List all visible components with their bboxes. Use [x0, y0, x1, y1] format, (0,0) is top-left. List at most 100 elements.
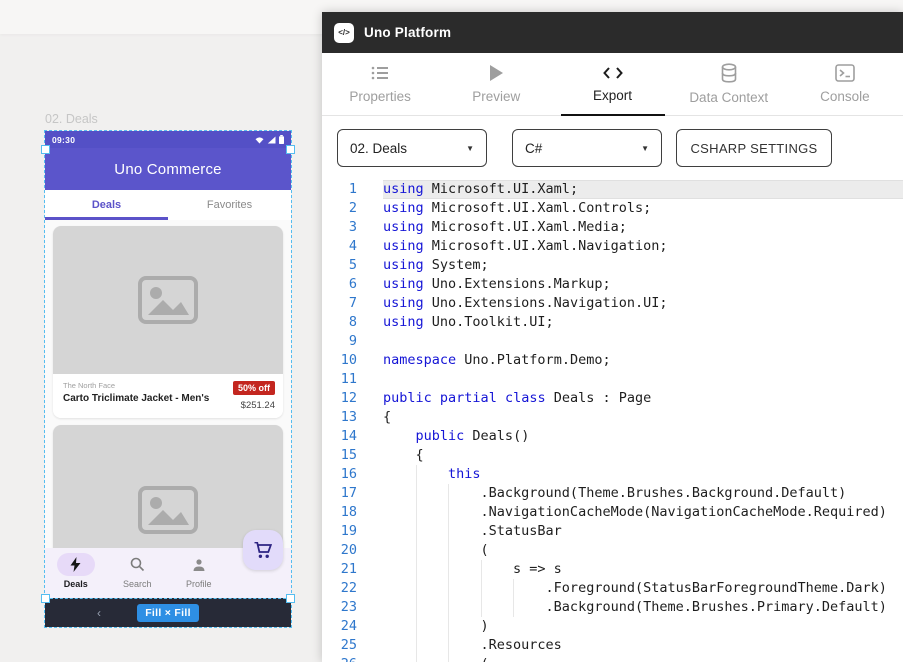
image-placeholder-icon	[137, 275, 199, 325]
nav-profile-pill	[180, 553, 218, 576]
code-line: 23 .Background(Theme.Brushes.Primary.Def…	[322, 598, 903, 617]
nav-search-label: Search	[123, 579, 152, 589]
wifi-icon	[255, 136, 264, 144]
code-line: 1using Microsoft.UI.Xaml;	[322, 180, 903, 199]
code-line: 3using Microsoft.UI.Xaml.Media;	[322, 218, 903, 237]
product-image-placeholder	[53, 425, 283, 548]
active-tab-indicator	[45, 217, 168, 220]
line-number: 13	[322, 408, 357, 427]
code-line: 8 using Uno.Toolkit.UI;	[322, 313, 903, 332]
line-number: 7	[322, 294, 357, 313]
line-number: 2	[322, 199, 357, 218]
discount-badge: 50% off	[233, 381, 275, 395]
lightning-icon	[70, 557, 81, 572]
tab-properties-label: Properties	[349, 89, 411, 104]
line-content: .Background(Theme.Brushes.Background.Def…	[383, 484, 903, 503]
line-number: 12	[322, 389, 357, 408]
line-content: {	[383, 446, 903, 465]
fill-size-chip[interactable]: Fill × Fill	[137, 604, 199, 622]
nav-item-search[interactable]: Search	[107, 548, 169, 598]
profile-icon	[192, 558, 206, 572]
line-content: .Foreground(StatusBarForegroundTheme.Dar…	[383, 579, 903, 598]
line-number: 5	[322, 256, 357, 275]
code-line: 22 .Foreground(StatusBarForegroundTheme.…	[322, 579, 903, 598]
tab-data-context[interactable]: Data Context	[671, 53, 787, 115]
line-number: 26	[322, 655, 357, 662]
tab-console[interactable]: Console	[787, 53, 903, 115]
line-content: )	[383, 617, 903, 636]
language-select[interactable]: C# ▼	[512, 129, 662, 167]
code-line: 5 using System;	[322, 256, 903, 275]
status-time: 09:30	[52, 135, 75, 145]
nav-deals-label: Deals	[64, 579, 88, 589]
active-tab-underline	[561, 114, 665, 117]
csharp-settings-button[interactable]: CSHARP SETTINGS	[676, 129, 832, 167]
code-editor[interactable]: 1using Microsoft.UI.Xaml;2 using Microsof…	[322, 180, 903, 662]
line-number: 3	[322, 218, 357, 237]
product-info: The North Face Carto Triclimate Jacket -…	[53, 374, 283, 418]
line-content: .Resources	[383, 636, 903, 655]
nav-deals-pill	[57, 553, 95, 576]
selection-handle-top-right[interactable]	[286, 145, 295, 154]
line-content: using Microsoft.UI.Xaml.Controls;	[383, 199, 903, 218]
code-line: 9	[322, 332, 903, 351]
line-content: .NavigationCacheMode(NavigationCacheMode…	[383, 503, 903, 522]
line-content: using Microsoft.UI.Xaml.Navigation;	[383, 237, 903, 256]
image-placeholder-icon	[137, 485, 199, 535]
tab-favorites[interactable]: Favorites	[168, 190, 291, 220]
tab-deals-label: Deals	[92, 199, 121, 211]
code-line: 6using Uno.Extensions.Markup;	[322, 275, 903, 294]
tab-preview-label: Preview	[472, 89, 520, 104]
chevron-left-icon[interactable]: ‹	[97, 606, 101, 620]
line-number: 15	[322, 446, 357, 465]
code-line: 16 this	[322, 465, 903, 484]
export-toolbar: 02. Deals ▼ C# ▼ CSHARP SETTINGS	[322, 116, 903, 180]
phone-app-bar: Uno Commerce	[45, 148, 291, 190]
battery-icon	[279, 135, 284, 144]
code-line: 13 {	[322, 408, 903, 427]
code-line: 7using Uno.Extensions.Navigation.UI;	[322, 294, 903, 313]
product-card[interactable]	[53, 425, 283, 548]
panel-tabs: Properties Preview Export Data Context	[322, 53, 903, 116]
selection-handle-bottom-left[interactable]	[41, 594, 50, 603]
code-line: 12public partial class Deals : Page	[322, 389, 903, 408]
tab-properties[interactable]: Properties	[322, 53, 438, 115]
product-card[interactable]: The North Face Carto Triclimate Jacket -…	[53, 226, 283, 418]
line-number: 18	[322, 503, 357, 522]
tab-deals[interactable]: Deals	[45, 190, 168, 220]
nav-profile-label: Profile	[186, 579, 212, 589]
line-number: 16	[322, 465, 357, 484]
nav-item-deals[interactable]: Deals	[45, 548, 107, 598]
line-number: 17	[322, 484, 357, 503]
selection-handle-top-left[interactable]	[41, 145, 50, 154]
line-content: .StatusBar	[383, 522, 903, 541]
artboard-label[interactable]: 02. Deals	[45, 112, 98, 126]
selection-handle-bottom-right[interactable]	[286, 594, 295, 603]
tab-export[interactable]: Export	[554, 53, 670, 115]
caret-down-icon: ▼	[641, 144, 649, 153]
panel-header: </> Uno Platform	[322, 12, 903, 53]
phone-artboard[interactable]: 09:30 Uno Commerce Deals Favorites	[45, 131, 291, 627]
line-number: 21	[322, 560, 357, 579]
nav-search-pill	[118, 553, 156, 576]
line-content: public Deals()	[383, 427, 903, 446]
line-number: 24	[322, 617, 357, 636]
code-line: 24 )	[322, 617, 903, 636]
phone-tab-bar: Deals Favorites	[45, 190, 291, 220]
line-number: 8	[322, 313, 357, 332]
code-line: 20 (	[322, 541, 903, 560]
tab-favorites-label: Favorites	[207, 199, 252, 211]
cart-fab[interactable]	[243, 530, 283, 570]
product-image-placeholder	[53, 226, 283, 374]
screen-select-value: 02. Deals	[350, 141, 407, 156]
screen-select[interactable]: 02. Deals ▼	[337, 129, 487, 167]
code-line: 2 using Microsoft.UI.Xaml.Controls;	[322, 199, 903, 218]
tab-preview[interactable]: Preview	[438, 53, 554, 115]
line-content: {	[383, 408, 903, 427]
nav-item-profile[interactable]: Profile	[168, 548, 230, 598]
line-content: using System;	[383, 256, 903, 275]
signal-icon	[267, 136, 276, 144]
line-number: 4	[322, 237, 357, 256]
export-code-icon	[602, 65, 624, 81]
line-content: using Uno.Toolkit.UI;	[383, 313, 903, 332]
